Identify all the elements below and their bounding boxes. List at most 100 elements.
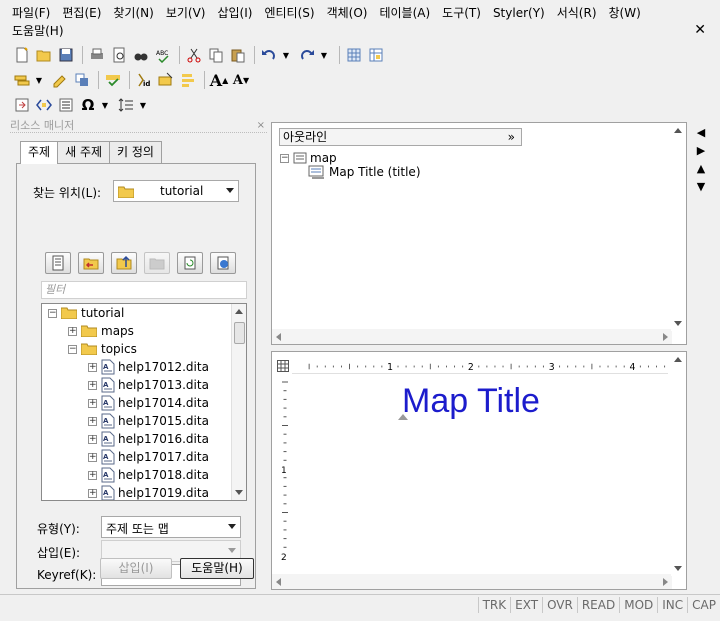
increase-font-icon[interactable]: A ▲ [209, 70, 229, 90]
menu-window[interactable]: 창(W) [603, 4, 647, 22]
expand-icon[interactable]: + [88, 380, 97, 390]
menu-find[interactable]: 찾기(N) [107, 4, 159, 22]
tab-key-definitions[interactable]: 키 정의 [109, 141, 162, 163]
insert-button[interactable]: 삽입(I) [100, 558, 172, 579]
scroll-down-icon[interactable] [674, 321, 682, 326]
scroll-left-icon[interactable] [276, 578, 281, 586]
tree-item-file[interactable]: + Ahelp17019.dita [88, 484, 209, 500]
menu-edit[interactable]: 편집(E) [56, 4, 107, 22]
arrow-up-icon[interactable]: ▲ [693, 162, 709, 180]
arrow-down-icon[interactable]: ▼ [693, 180, 709, 198]
style-list-icon[interactable] [178, 70, 198, 90]
line-spacing-dropdown-icon[interactable]: ▼ [138, 95, 148, 115]
tree-item-file[interactable]: + Ahelp17016.dita [88, 430, 209, 448]
arrow-right-icon[interactable]: ▶ [693, 144, 709, 162]
menu-tools[interactable]: 도구(T) [436, 4, 487, 22]
type-combo[interactable]: 주제 또는 맵 [101, 516, 241, 538]
menu-view[interactable]: 보기(V) [160, 4, 212, 22]
split-element-icon[interactable] [72, 70, 92, 90]
insert-list-icon[interactable] [56, 95, 76, 115]
copy-icon[interactable] [206, 45, 226, 65]
tree-item-file[interactable]: + Ahelp17015.dita [88, 412, 209, 430]
scroll-right-icon[interactable] [663, 578, 668, 586]
menu-file[interactable]: 파일(F) [6, 4, 56, 22]
validate-icon[interactable] [103, 70, 123, 90]
close-icon[interactable]: × [257, 119, 265, 133]
insert-markup-icon[interactable] [34, 95, 54, 115]
scroll-down-icon[interactable] [235, 490, 243, 495]
tree-scrollbar[interactable] [231, 304, 246, 500]
expand-icon[interactable]: + [88, 416, 97, 426]
new-document-icon[interactable] [12, 45, 32, 65]
find-binoculars-icon[interactable] [131, 45, 151, 65]
paste-icon[interactable] [228, 45, 248, 65]
expand-icon[interactable]: + [88, 452, 97, 462]
expand-icon[interactable]: + [88, 362, 97, 372]
expand-icon[interactable]: + [88, 434, 97, 444]
outline-vscroll[interactable] [671, 123, 686, 331]
collapse-icon[interactable]: − [280, 153, 289, 163]
scroll-right-icon[interactable] [663, 333, 668, 341]
close-document-icon[interactable]: ✕ [694, 22, 706, 38]
change-element-icon[interactable] [50, 70, 70, 90]
line-spacing-icon[interactable] [116, 95, 136, 115]
insert-xref-icon[interactable] [12, 95, 32, 115]
file-list-button[interactable] [45, 252, 71, 274]
editor-pane[interactable]: 1234 12 Map Title [271, 351, 687, 590]
attributes-icon[interactable] [156, 70, 176, 90]
menu-styler[interactable]: Styler(Y) [487, 4, 551, 22]
filter-input[interactable]: 필터 [41, 281, 247, 299]
web-browse-button[interactable] [210, 252, 236, 274]
expand-panel-icon[interactable]: » [508, 129, 515, 145]
collapse-icon[interactable]: − [48, 308, 57, 318]
insert-element-icon[interactable] [12, 70, 32, 90]
arrow-left-icon[interactable]: ◀ [693, 126, 709, 144]
print-preview-icon[interactable] [109, 45, 129, 65]
insert-symbol-dropdown-icon[interactable]: ▼ [100, 95, 110, 115]
tree-item-maps[interactable]: + maps [68, 322, 134, 340]
undo-icon[interactable] [259, 45, 279, 65]
redo-icon[interactable] [297, 45, 317, 65]
structure-view-icon[interactable] [366, 45, 386, 65]
scroll-left-icon[interactable] [276, 333, 281, 341]
spellcheck-icon[interactable]: ABC [153, 45, 173, 65]
undo-dropdown-icon[interactable]: ▼ [281, 45, 291, 65]
expand-icon[interactable]: + [88, 488, 97, 498]
up-folder-button[interactable] [111, 252, 137, 274]
tree-item-topics[interactable]: − topics [68, 340, 137, 358]
collapse-icon[interactable]: − [68, 344, 77, 354]
cut-icon[interactable] [184, 45, 204, 65]
back-folder-button[interactable] [78, 252, 104, 274]
grid-view-icon[interactable] [344, 45, 364, 65]
insert-symbol-icon[interactable]: Ω [78, 95, 98, 115]
tree-item-file[interactable]: + Ahelp17014.dita [88, 394, 209, 412]
tree-item-file[interactable]: + Ahelp17012.dita [88, 358, 209, 376]
menu-insert[interactable]: 삽입(I) [211, 4, 258, 22]
print-icon[interactable] [87, 45, 107, 65]
menu-help[interactable]: 도움말(H) [6, 22, 70, 40]
expand-icon[interactable]: + [88, 398, 97, 408]
menu-entity[interactable]: 엔티티(S) [258, 4, 320, 22]
editor-hscroll[interactable] [272, 574, 672, 589]
map-title-text[interactable]: Map Title [402, 382, 540, 421]
editor-vscroll[interactable] [671, 352, 686, 576]
scroll-up-icon[interactable] [674, 128, 682, 133]
tree-item-file[interactable]: + Ahelp17017.dita [88, 448, 209, 466]
tree-item-file[interactable]: + Ahelp17013.dita [88, 376, 209, 394]
redo-dropdown-icon[interactable]: ▼ [319, 45, 329, 65]
save-icon[interactable] [56, 45, 76, 65]
help-button[interactable]: 도움말(H) [180, 558, 254, 579]
scroll-thumb[interactable] [234, 322, 245, 344]
look-in-combo[interactable]: tutorial [113, 180, 239, 202]
tab-new-topic[interactable]: 새 주제 [57, 141, 111, 163]
menu-format[interactable]: 서식(R) [551, 4, 603, 22]
new-folder-button[interactable] [144, 252, 170, 274]
expand-icon[interactable]: + [68, 326, 77, 336]
scroll-up-icon[interactable] [674, 357, 682, 362]
tree-item-tutorial[interactable]: − tutorial [48, 304, 124, 322]
outline-item-title[interactable]: Map Title (title) [308, 163, 421, 181]
tree-item-file[interactable]: + Ahelp17018.dita [88, 466, 209, 484]
scroll-down-icon[interactable] [674, 566, 682, 571]
refresh-button[interactable] [177, 252, 203, 274]
table-grid-icon[interactable] [277, 360, 289, 372]
